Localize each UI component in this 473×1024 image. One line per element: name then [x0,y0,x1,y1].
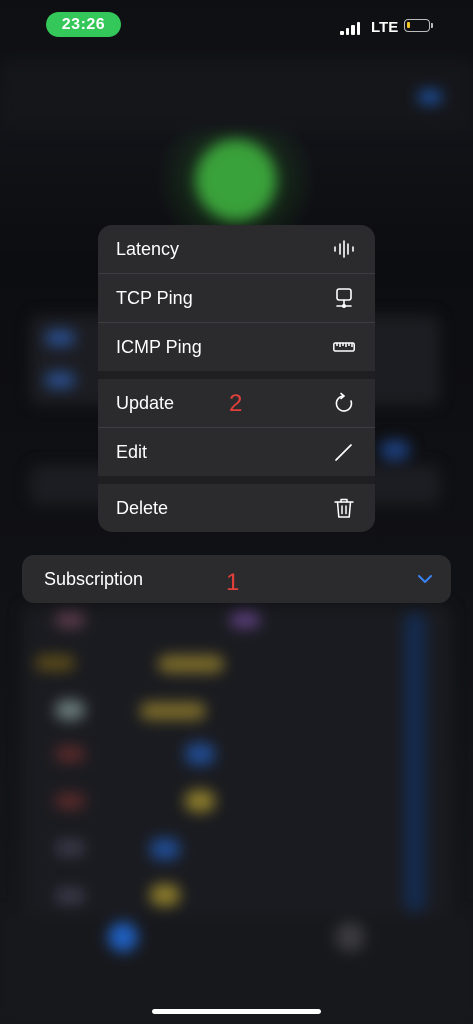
menu-item-label: ICMP Ping [116,336,202,357]
pencil-icon [335,444,352,461]
status-bar: 23:26 LTE [0,0,473,50]
menu-item-label: Update [116,392,175,413]
menu-item-label: Latency [116,238,180,259]
cellular-signal-icon [340,22,360,35]
waveform-icon [334,240,354,258]
annotation-number-2: 2 [229,390,243,417]
menu-item-latency[interactable]: Latency [98,225,375,273]
home-indicator[interactable] [152,1009,321,1014]
ruler-icon [333,342,355,352]
chevron-down-icon [418,575,432,583]
battery-icon [404,19,433,32]
menu-item-edit[interactable]: Edit [98,428,375,476]
status-time: 23:26 [46,12,121,37]
desktop-network-icon [336,288,352,308]
menu-item-label: Delete [116,497,169,518]
annotation-number-1: 1 [226,569,240,596]
trash-icon [334,498,354,518]
menu-item-label: TCP Ping [116,287,193,308]
menu-item-label: Edit [116,441,148,462]
network-type: LTE [371,19,399,36]
menu-item-tcp-ping[interactable]: TCP Ping [98,274,375,322]
menu-item-icmp-ping[interactable]: ICMP Ping [98,323,375,371]
context-menu: Latency TCP Ping ICMP Ping Update Edit D… [98,225,375,532]
menu-item-delete[interactable]: Delete [98,484,375,532]
subscription-label: Subscription [44,568,144,589]
refresh-icon [335,392,353,412]
